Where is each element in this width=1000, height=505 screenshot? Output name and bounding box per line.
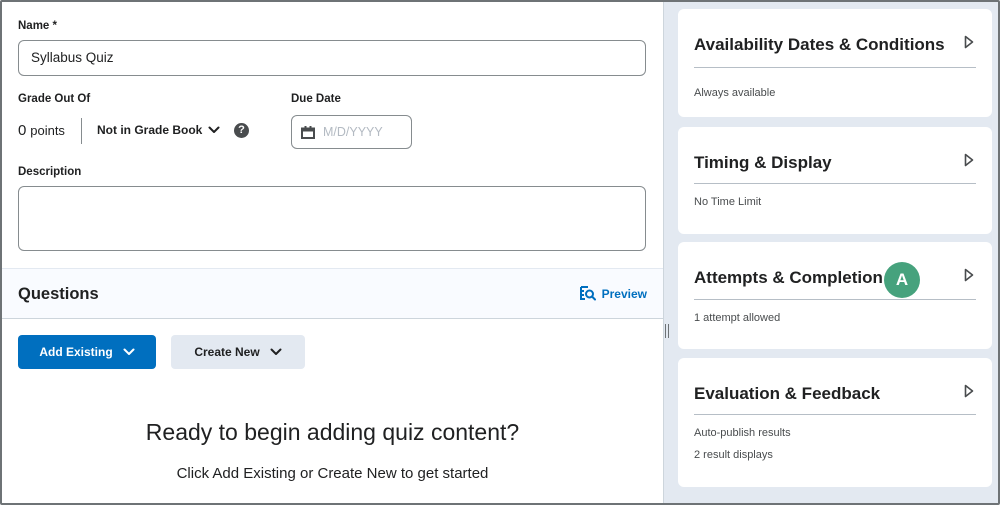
card-attempts[interactable]: Attempts & Completion A 1 attempt allowe… [678,242,992,349]
card-title: Timing & Display [694,153,832,172]
pane-resize-handle[interactable] [663,2,671,503]
card-summary: Auto-publish results [694,427,791,439]
card-title: Evaluation & Feedback [694,384,881,403]
preview-label: Preview [601,286,647,301]
name-input[interactable]: Syllabus Quiz [18,40,646,76]
empty-state-subtitle: Click Add Existing or Create New to get … [176,465,489,482]
card-divider [694,414,976,415]
calendar-icon [301,125,315,139]
chevron-down-icon [208,126,220,133]
card-divider [694,67,976,68]
card-summary: 2 result displays [694,449,773,461]
card-evaluation[interactable]: Evaluation & Feedback Auto-publish resul… [678,358,992,487]
add-existing-label: Add Existing [39,345,113,359]
name-label: Name * [18,20,57,32]
settings-sidebar: Availability Dates & Conditions Always a… [671,2,998,503]
expand-arrow-icon [964,35,974,49]
questions-title: Questions [18,285,99,303]
chevron-down-icon [123,348,135,355]
chevron-down-icon [270,348,282,355]
card-divider [694,183,976,184]
resize-grip-icon [665,324,669,338]
preview-search-icon [579,286,596,301]
preview-link[interactable]: Preview [579,286,647,301]
grade-out-of-label: Grade Out Of [18,93,91,105]
empty-state-title: Ready to begin adding quiz content? [145,419,520,445]
expand-arrow-icon [964,384,974,398]
expand-arrow-icon [964,153,974,167]
questions-header: Questions Preview [2,268,663,319]
expand-arrow-icon [964,268,974,282]
due-date-input[interactable]: M/D/YYYY [291,115,412,149]
card-timing[interactable]: Timing & Display No Time Limit [678,127,992,234]
quiz-editor-window: Name * Syllabus Quiz Grade Out Of 0 poin… [0,0,1000,505]
create-new-button[interactable]: Create New [171,335,305,369]
grade-points[interactable]: 0 points [18,122,65,139]
grade-divider [81,118,82,144]
gradebook-dropdown[interactable]: Not in Grade Book [97,123,220,137]
avatar: A [884,262,920,298]
due-date-label: Due Date [291,93,341,105]
quiz-form-pane: Name * Syllabus Quiz Grade Out Of 0 poin… [2,2,663,503]
gradebook-dropdown-label: Not in Grade Book [97,123,203,137]
create-new-label: Create New [194,345,260,359]
description-label: Description [18,166,82,178]
card-summary: Always available [694,87,776,99]
help-icon[interactable]: ? [234,123,249,138]
card-divider [694,299,976,300]
due-date-placeholder: M/D/YYYY [323,125,383,139]
card-availability[interactable]: Availability Dates & Conditions Always a… [678,9,992,117]
grade-points-value: 0 [18,122,27,139]
card-title: Availability Dates & Conditions [694,35,945,54]
card-summary: No Time Limit [694,196,762,208]
add-existing-button[interactable]: Add Existing [18,335,156,369]
card-summary: 1 attempt allowed [694,312,781,324]
grade-points-unit: points [30,123,65,138]
description-input[interactable] [18,186,646,251]
card-title: Attempts & Completion [694,268,883,287]
